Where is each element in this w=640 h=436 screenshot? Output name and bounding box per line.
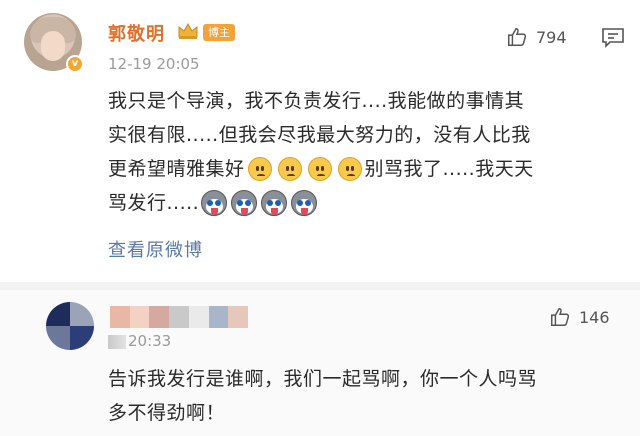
comment-like-count: 146	[579, 307, 610, 327]
post-body: 我只是个导演，我不负责发行....我能做的事情其 实很有限.....但我会尽我最…	[108, 84, 628, 220]
post-like-button[interactable]: 794	[506, 24, 567, 50]
comment-line: 多不得劲啊！	[108, 402, 226, 424]
post-line: 我只是个导演，我不负责发行....我能做的事情其	[108, 90, 525, 112]
post-line-text: 更希望晴雅集好	[108, 158, 245, 180]
post-timestamp: 12-19 20:05	[108, 55, 200, 73]
post-line-text: 别骂我了.....我天天	[364, 158, 534, 180]
comment-line: 告诉我发行是谁啊，我们一起骂啊，你一个人吗骂	[108, 368, 538, 390]
comment-like-button[interactable]: 146	[549, 304, 610, 330]
crown-icon	[178, 22, 198, 39]
husky-emoji	[201, 190, 228, 216]
verified-badge-icon: v	[66, 55, 84, 73]
comment-time-text: 20:33	[128, 332, 172, 350]
sad-face-emoji	[307, 157, 332, 181]
commenter-avatar-blurred[interactable]	[46, 302, 94, 350]
post-line: 骂发行.....	[108, 186, 628, 220]
author-badge: 博主	[203, 24, 235, 41]
comment-item: 20:33 146 告诉我发行是谁啊，我们一起骂啊，你一个人吗骂 多不得劲啊！	[0, 290, 640, 436]
thumbs-up-icon	[551, 308, 570, 326]
post-line-text: 骂发行.....	[108, 192, 200, 214]
section-divider	[0, 282, 640, 290]
author-name[interactable]: 郭敬明	[108, 20, 165, 46]
comment-timestamp: 20:33	[108, 332, 171, 350]
husky-emoji	[291, 190, 318, 216]
husky-emoji	[231, 190, 258, 216]
sad-face-emoji	[337, 157, 362, 181]
post-line: 更希望晴雅集好 别骂我了.....我天天	[108, 152, 628, 186]
view-original-link[interactable]: 查看原微博	[108, 236, 203, 262]
comment-icon[interactable]	[601, 26, 625, 48]
thumbs-up-icon	[508, 28, 527, 46]
avatar-face	[41, 31, 65, 61]
husky-emoji	[261, 190, 288, 216]
sad-face-emoji	[277, 157, 302, 181]
original-post: v 郭敬明 博主 12-19 20:05 794 我只是个导演，我不负责发行..…	[0, 0, 640, 282]
commenter-name-blurred[interactable]	[110, 306, 249, 328]
comment-body: 告诉我发行是谁啊，我们一起骂啊，你一个人吗骂 多不得劲啊！	[108, 362, 628, 430]
sad-face-emoji	[247, 157, 272, 181]
post-like-count: 794	[536, 27, 567, 47]
post-line: 实很有限.....但我会尽我最大努力的，没有人比我	[108, 124, 531, 146]
timestamp-blur	[108, 334, 126, 349]
